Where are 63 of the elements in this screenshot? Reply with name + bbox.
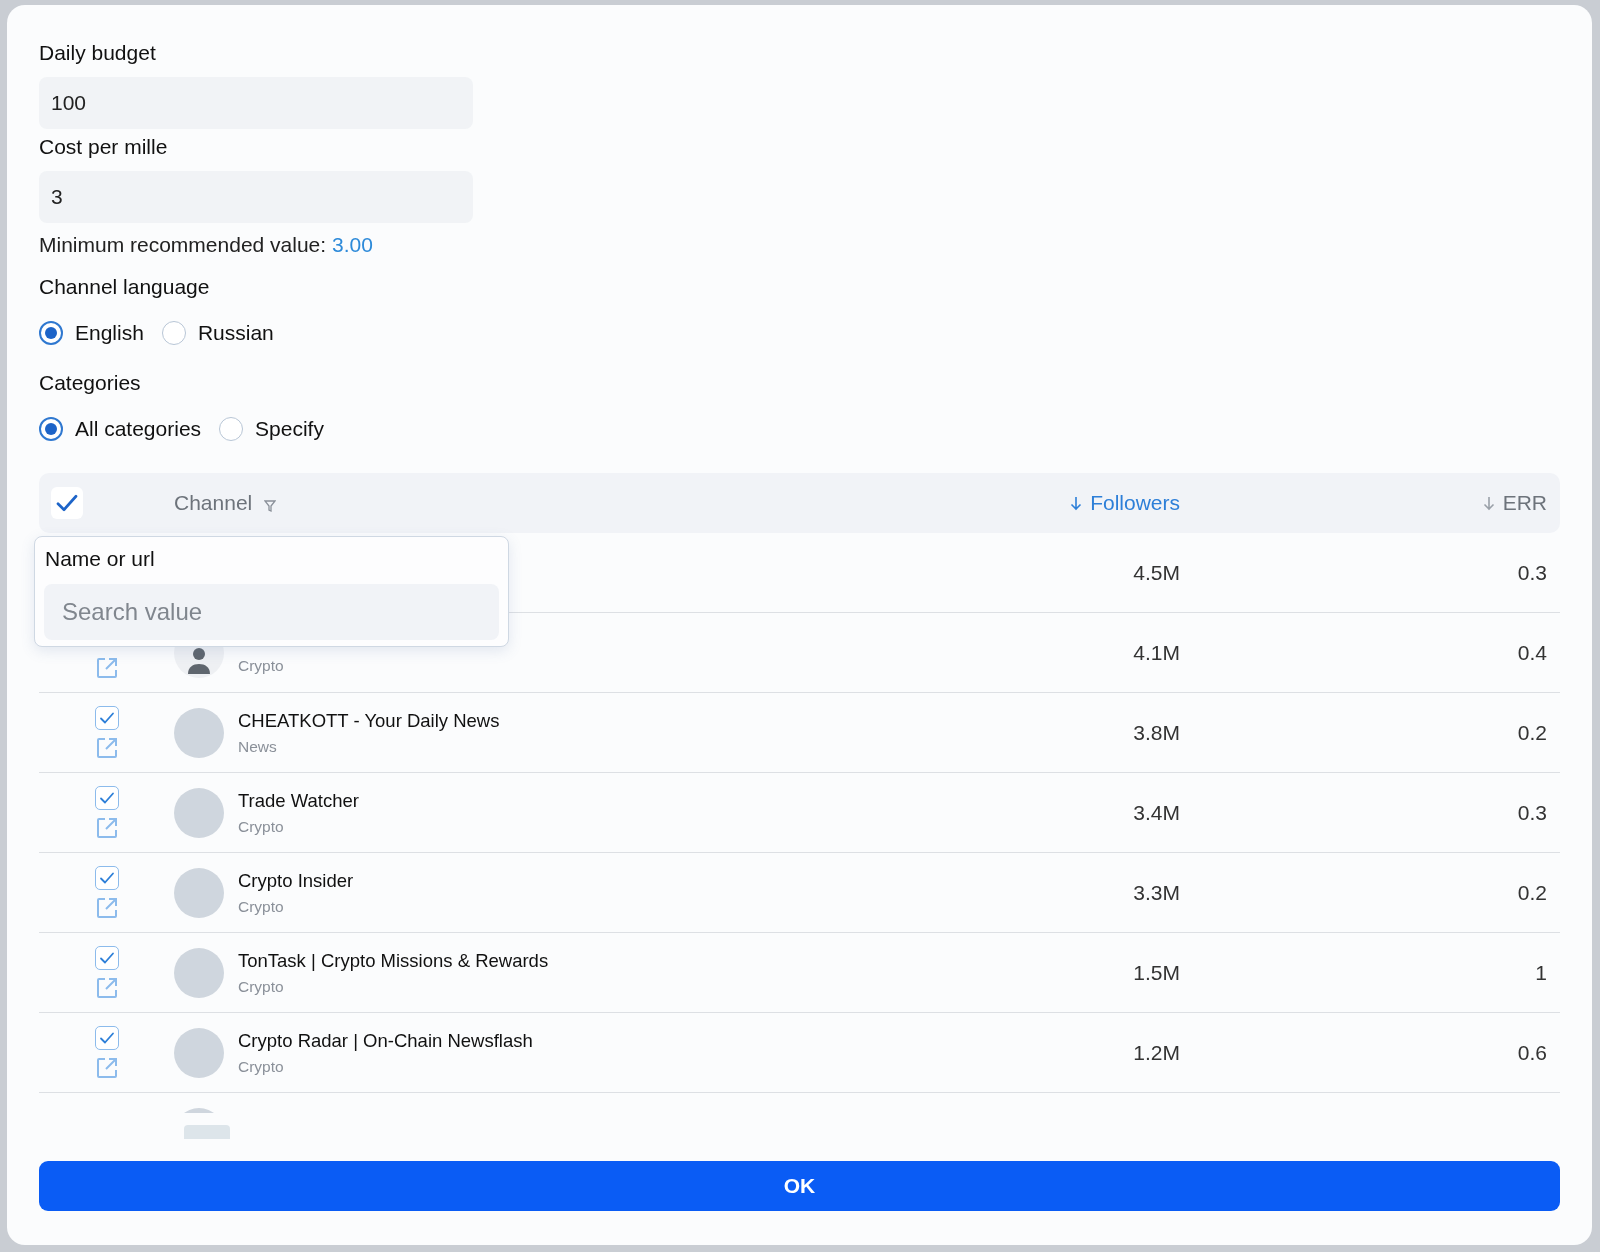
input-field[interactable]: 3	[39, 171, 473, 223]
photo-placeholder	[174, 707, 224, 758]
external-link-icon[interactable]	[94, 815, 119, 840]
photo-placeholder	[174, 867, 224, 918]
row-checkbox[interactable]	[94, 1025, 119, 1050]
channel-category: Crypto	[238, 817, 285, 836]
row-checkbox[interactable]	[94, 705, 119, 730]
err-value: 0.2	[1517, 880, 1547, 905]
followers-count: 1.5M	[1133, 960, 1180, 985]
photo-placeholder	[174, 947, 224, 998]
followers-count: 4.1M	[1133, 640, 1180, 665]
select-all-checkbox[interactable]	[51, 487, 83, 519]
radio-option[interactable]: Russian	[161, 321, 274, 345]
followers-count: 4.5M	[1133, 560, 1180, 585]
sort-down-icon	[1070, 495, 1083, 511]
channel-name[interactable]: Trade Watcher	[238, 789, 359, 812]
column-header[interactable]: Channel	[174, 491, 277, 515]
followers-count: 3.8M	[1133, 720, 1180, 745]
channel-name[interactable]: TonTask | Crypto Missions & Rewards	[238, 949, 549, 972]
radio-option[interactable]: All categories	[39, 417, 202, 441]
photo-placeholder	[174, 787, 224, 838]
input-field[interactable]: 100	[39, 77, 473, 129]
channel-category: Crypto	[238, 977, 285, 996]
row-checkbox[interactable]	[94, 945, 119, 970]
section-label: Channel language	[39, 275, 211, 299]
column-header[interactable]: ERR	[1482, 491, 1547, 515]
channel-category: News	[238, 737, 278, 756]
channel-name[interactable]: Crypto Radar | On-Chain Newsflash	[238, 1029, 533, 1052]
ok-button[interactable]: OK	[39, 1161, 1560, 1211]
err-value: 0.3	[1517, 800, 1547, 825]
photo-placeholder	[174, 1027, 224, 1078]
column-header[interactable]: Followers	[1070, 491, 1180, 515]
sort-down-icon	[1482, 495, 1495, 511]
external-link-icon[interactable]	[94, 895, 119, 920]
external-link-icon[interactable]	[94, 975, 119, 1000]
section-label: Categories	[39, 371, 142, 395]
external-link-icon[interactable]	[94, 655, 119, 680]
filter-icon[interactable]	[264, 499, 277, 513]
err-value: 0.2	[1517, 720, 1547, 745]
channel-name[interactable]: Crypto Insider	[238, 869, 354, 892]
scrollbar-thumb[interactable]	[184, 1125, 230, 1139]
channel-category: Crypto	[238, 656, 284, 675]
err-value: 0.6	[1517, 1040, 1547, 1065]
channel-category: Crypto	[238, 1057, 285, 1076]
followers-count: 3.4M	[1133, 800, 1180, 825]
hint-text: Minimum recommended value: 3.00	[39, 233, 374, 257]
err-value: 0.4	[1517, 640, 1547, 665]
channel-name[interactable]: CHEATKOTT - Your Daily News	[238, 709, 500, 732]
field-label: Daily budget	[39, 41, 157, 65]
followers-count: 3.3M	[1133, 880, 1180, 905]
err-value: 1	[1535, 960, 1547, 985]
channel-category: Crypto	[238, 897, 285, 916]
row-checkbox[interactable]	[94, 785, 119, 810]
external-link-icon[interactable]	[94, 1055, 119, 1080]
search-field[interactable]: Search value	[44, 584, 499, 640]
err-value: 0.3	[1517, 560, 1547, 585]
field-label: Cost per mille	[39, 135, 169, 159]
radio-option[interactable]: Specify	[219, 417, 324, 441]
external-link-icon[interactable]	[94, 735, 119, 760]
filter-label: Name or url	[45, 547, 156, 571]
radio-option[interactable]: English	[39, 321, 144, 345]
followers-count: 1.2M	[1133, 1040, 1180, 1065]
row-checkbox[interactable]	[94, 865, 119, 890]
